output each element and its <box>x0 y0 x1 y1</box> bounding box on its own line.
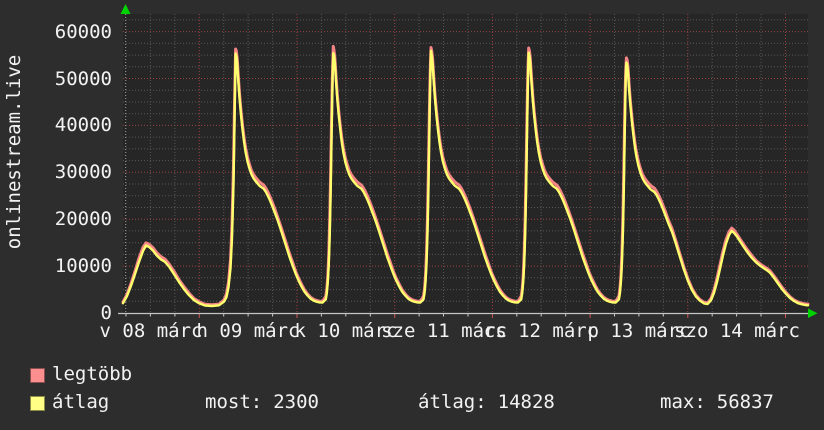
legend-label-atlag: átlag <box>52 391 110 413</box>
legend-label-legtobb: legtöbb <box>52 363 133 385</box>
x-axis-right-arrow-icon <box>808 308 818 318</box>
legend-swatch-legtobb <box>30 368 45 383</box>
graph-canvas: onlinestream.live 0 10000 20000 30000 40000 5… <box>0 0 824 430</box>
y-axis-up-arrow-icon <box>120 4 131 14</box>
stat-atlag-value: 14828 <box>497 391 555 413</box>
stat-max-label: max: <box>660 391 706 413</box>
y-tick-label: 60000 <box>54 21 112 43</box>
y-tick-label: 20000 <box>54 208 112 230</box>
x-tick-label: szo 14 márc <box>674 320 800 342</box>
plot-background <box>123 14 808 313</box>
y-tick-label: 10000 <box>54 255 112 277</box>
legend-swatch-atlag <box>30 396 45 411</box>
stat-atlag: átlag: 14828 <box>418 391 555 413</box>
stat-most-label: most: <box>205 391 263 413</box>
y-tick-label: 40000 <box>54 114 112 136</box>
stat-max: max: 56837 <box>660 391 774 413</box>
y-tick-label: 30000 <box>54 161 112 183</box>
graph-title: onlinestream.live <box>3 54 25 250</box>
stat-max-value: 56837 <box>716 391 774 413</box>
stat-most: most: 2300 <box>205 391 319 413</box>
stat-most-value: 2300 <box>273 391 319 413</box>
stat-atlag-label: átlag: <box>418 391 487 413</box>
y-tick-label: 50000 <box>54 68 112 90</box>
